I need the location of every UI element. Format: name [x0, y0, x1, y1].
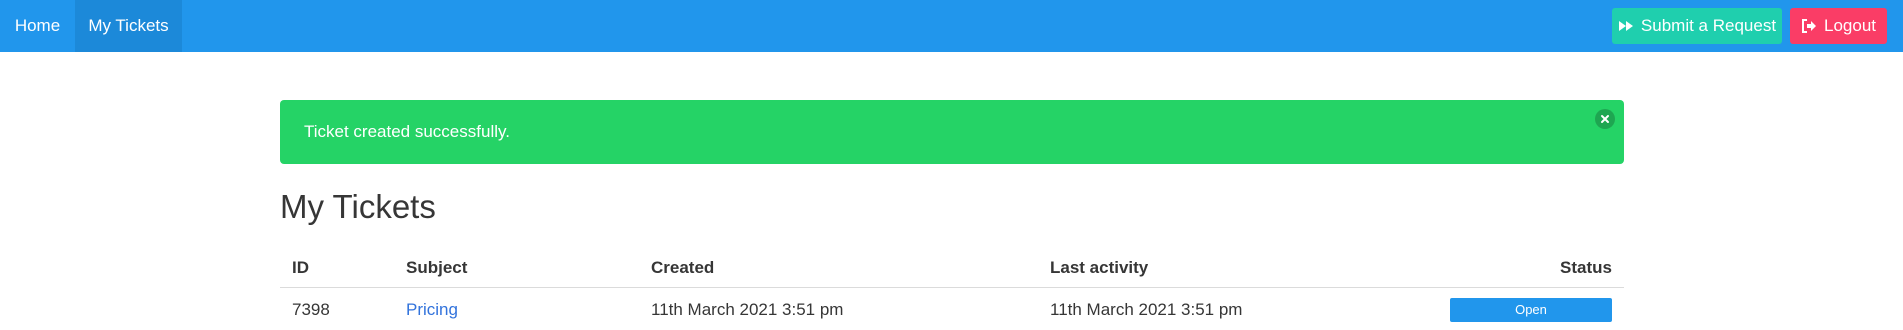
header-created: Created [651, 258, 715, 277]
close-icon[interactable] [1595, 109, 1615, 129]
tickets-table: ID Subject Created Last activity Status … [280, 256, 1624, 330]
header-status: Status [1560, 258, 1612, 277]
logout-button[interactable]: Logout [1790, 8, 1887, 44]
submit-request-label: Submit a Request [1640, 16, 1777, 35]
top-navbar: Home My Tickets Submit a Request Logout [0, 0, 1903, 52]
logout-label: Logout [1824, 16, 1876, 35]
ticket-subject-link[interactable]: Pricing [406, 300, 458, 319]
sign-out-icon [1801, 18, 1817, 34]
ticket-subject-cell: Pricing [406, 288, 458, 330]
notification-message: Ticket created successfully. [304, 122, 510, 141]
ticket-id: 7398 [292, 300, 330, 319]
table-header: ID Subject Created Last activity Status [280, 256, 1624, 288]
ticket-last-activity: 11th March 2021 3:51 pm [1050, 300, 1243, 319]
nav-home-link[interactable]: Home [0, 0, 75, 52]
header-subject: Subject [406, 258, 468, 277]
ticket-created: 11th March 2021 3:51 pm [651, 300, 844, 319]
nav-my-tickets-link[interactable]: My Tickets [75, 0, 182, 52]
status-badge: Open [1450, 298, 1612, 322]
page-title: My Tickets [280, 188, 436, 225]
success-notification: Ticket created successfully. [280, 100, 1624, 164]
table-row[interactable]: 7398 Pricing 11th March 2021 3:51 pm 11t… [280, 288, 1624, 330]
header-last-activity: Last activity [1050, 258, 1149, 277]
fast-forward-icon [1618, 18, 1634, 34]
submit-request-button[interactable]: Submit a Request [1612, 8, 1782, 44]
header-id: ID [292, 258, 309, 277]
